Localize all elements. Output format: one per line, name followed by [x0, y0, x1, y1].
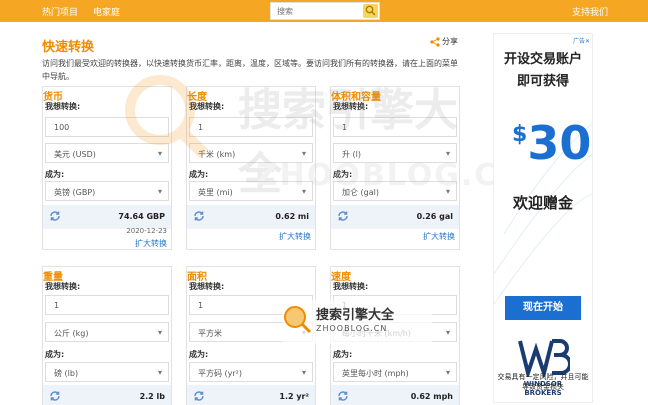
ad-headline-2: 即可获得 [516, 74, 569, 89]
converter-card-volume: 体积和容量 我想转换: 1 升 (l) 成为: 加仑 (gal) 0.26 ga… [330, 86, 460, 250]
ad-cta-button[interactable]: 现在开始 [505, 296, 581, 320]
converter-card-currency: 货币 我想转换: 100 美元 (USD) 成为: 英镑 (GBP) 74.64… [42, 86, 172, 250]
to-label: 成为: [45, 350, 65, 359]
rate-date: 2020-12-23 [126, 227, 167, 235]
from-unit-select[interactable]: 公斤 (kg) [45, 322, 169, 342]
result-row: 0.62 mph [331, 385, 459, 405]
to-unit-select[interactable]: 英里 (mi) [189, 181, 313, 201]
windsor-logo-icon [518, 339, 570, 377]
result-value: 2.2 lb [139, 392, 165, 401]
to-label: 成为: [333, 170, 353, 179]
want-label: 我想转换: [333, 282, 369, 291]
to-label: 成为: [189, 170, 209, 179]
to-unit-select[interactable]: 平方码 (yr²) [189, 362, 313, 382]
share-button[interactable]: 分享 [430, 36, 458, 47]
want-label: 我想转换: [189, 102, 225, 111]
to-unit-select[interactable]: 英里每小时 (mph) [333, 362, 457, 382]
result-value: 0.26 gal [416, 212, 453, 221]
result-row: 0.26 gal [331, 205, 459, 229]
share-icon [430, 36, 440, 47]
result-value: 1.2 yr² [279, 392, 309, 401]
to-unit-select[interactable]: 英镑 (GBP) [45, 181, 169, 201]
to-unit-select[interactable]: 磅 (lb) [45, 362, 169, 382]
result-value: 0.62 mi [275, 212, 309, 221]
want-label: 我想转换: [45, 282, 81, 291]
from-unit-select[interactable]: 美元 (USD) [45, 143, 169, 163]
expand-conversion-link[interactable]: 扩大转换 [135, 238, 167, 249]
result-row: 74.64 GBP [43, 205, 171, 229]
amount-input[interactable]: 1 [189, 295, 313, 315]
to-label: 成为: [333, 350, 353, 359]
result-row: 2.2 lb [43, 385, 171, 405]
want-label: 我想转换: [45, 102, 81, 111]
ad-risk-warning: 交易具有一定风险，并且可能导致资金损失 [497, 373, 589, 391]
swap-icon[interactable] [193, 210, 205, 222]
ad-headline-1: 开设交易账户 [503, 52, 582, 67]
ad-amount: $30 [512, 116, 591, 170]
want-label: 我想转换: [189, 282, 225, 291]
ad-amount-value: 30 [527, 116, 592, 170]
page-description: 访问我们最受欢迎的转换器，以快速转换货币汇率，距离，温度，区域等。要访问我们所有… [42, 59, 458, 81]
converter-card-weight: 重量 我想转换: 1 公斤 (kg) 成为: 磅 (lb) 2.2 lb [42, 266, 172, 405]
want-label: 我想转换: [333, 102, 369, 111]
from-unit-select[interactable]: 升 (l) [333, 143, 457, 163]
amount-input[interactable]: 1 [45, 295, 169, 315]
swap-icon[interactable] [337, 390, 349, 402]
swap-icon[interactable] [49, 390, 61, 402]
from-unit-select[interactable]: 每小时千米 (km/h) [333, 322, 457, 342]
result-row: 0.62 mi [187, 205, 315, 229]
amount-input[interactable]: 100 [45, 117, 169, 137]
expand-conversion-link[interactable]: 扩大转换 [423, 231, 455, 242]
result-value: 0.62 mph [410, 392, 453, 401]
converter-card-area: 面积 我想转换: 1 平方米 成为: 平方码 (yr²) 1.2 yr² [186, 266, 316, 405]
amount-input[interactable]: 1 [333, 295, 457, 315]
to-label: 成为: [189, 350, 209, 359]
search-icon [365, 5, 376, 16]
from-unit-select[interactable]: 平方米 [189, 322, 313, 342]
result-value: 74.64 GBP [118, 212, 165, 221]
nav-support-us[interactable]: 支持我们 [572, 5, 608, 18]
swap-icon[interactable] [193, 390, 205, 402]
to-label: 成为: [45, 170, 65, 179]
result-row: 1.2 yr² [187, 385, 315, 405]
search-button[interactable] [363, 4, 378, 18]
from-unit-select[interactable]: 千米 (km) [189, 143, 313, 163]
swap-icon[interactable] [49, 210, 61, 222]
converter-card-speed: 速度 我想转换: 1 每小时千米 (km/h) 成为: 英里每小时 (mph) … [330, 266, 460, 405]
expand-conversion-link[interactable]: 扩大转换 [279, 231, 311, 242]
ad-banner[interactable]: 广告✕ 开设交易账户 即可获得 $30 欢迎赠金 现在开始 WINDSOR BR… [493, 33, 593, 403]
search-box [270, 2, 380, 20]
to-unit-select[interactable]: 加仑 (gal) [333, 181, 457, 201]
search-input[interactable] [271, 3, 359, 19]
ad-headline-3: 欢迎赠金 [512, 194, 573, 212]
converter-card-length: 长度 我想转换: 1 千米 (km) 成为: 英里 (mi) 0.62 mi 扩… [186, 86, 316, 250]
share-label: 分享 [442, 37, 458, 46]
top-nav-bar: 热门项目 电家庭 支持我们 [0, 0, 648, 22]
swap-icon[interactable] [337, 210, 349, 222]
amount-input[interactable]: 1 [189, 117, 313, 137]
nav-hot-projects[interactable]: 热门项目 [42, 5, 78, 18]
nav-home[interactable]: 电家庭 [93, 5, 120, 18]
ad-amount-symbol: $ [512, 122, 528, 147]
amount-input[interactable]: 1 [333, 117, 457, 137]
page-title: 快速转换 [42, 40, 95, 55]
